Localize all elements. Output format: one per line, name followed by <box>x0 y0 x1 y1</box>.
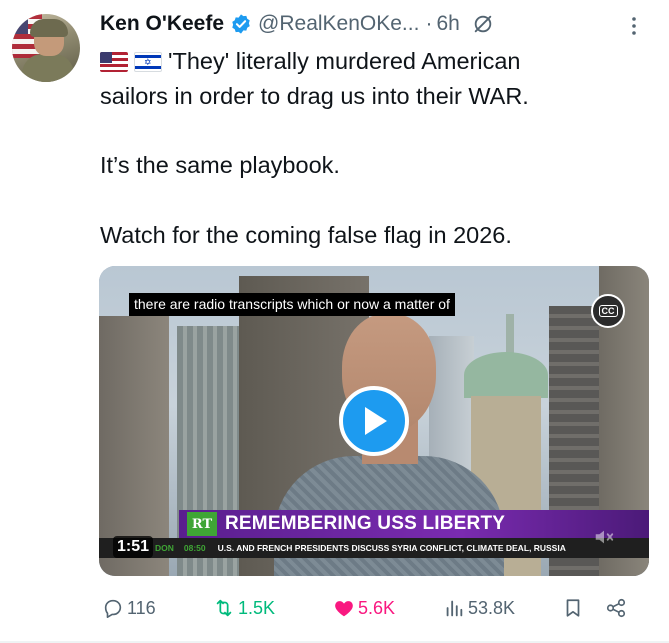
views-button[interactable]: 53.8K <box>443 590 515 626</box>
tweet-text-line: 'They' literally murdered American <box>168 48 521 74</box>
ticker-headline: U.S. AND FRENCH PRESIDENTS DISCUSS SYRIA… <box>217 543 566 553</box>
closed-captions-button[interactable]: CC <box>591 294 625 328</box>
play-button[interactable] <box>339 386 409 456</box>
play-icon <box>365 407 387 435</box>
repost-icon <box>216 599 232 617</box>
tweet-line-4: Watch for the coming false flag in 2026. <box>100 221 512 248</box>
author-name[interactable]: Ken O'Keefe <box>100 12 224 36</box>
tweet-line-2: sailors in order to drag us into their W… <box>100 82 529 109</box>
like-count: 5.6K <box>358 597 396 618</box>
bookmark-icon <box>566 599 580 617</box>
author-handle[interactable]: @RealKenOKe... <box>258 12 419 36</box>
more-options-icon[interactable] <box>622 14 646 38</box>
views-count: 53.8K <box>468 597 516 618</box>
repost-count: 1.5K <box>238 597 276 618</box>
ticker-city: DON <box>155 543 174 553</box>
like-button[interactable]: 5.6K <box>333 590 395 626</box>
repost-button[interactable]: 1.5K <box>213 590 275 626</box>
avatar[interactable] <box>12 14 80 82</box>
share-icon <box>606 598 626 618</box>
tweet-line-1: ✡ 'They' literally murdered American <box>100 44 655 79</box>
reply-count: 116 <box>127 597 156 618</box>
news-chyron: RT REMEMBERING USS LIBERTY <box>179 510 649 538</box>
news-ticker: DON 08:50 U.S. AND FRENCH PRESIDENTS DIS… <box>99 538 649 558</box>
action-bar: 116 1.5K 5.6K 53.8K <box>100 590 650 626</box>
tweet: Ken O'Keefe @RealKenOKe... · 6h ✡ 'They' … <box>0 0 669 643</box>
reply-icon <box>104 599 122 618</box>
rt-logo: RT <box>187 512 217 536</box>
chyron-title: REMEMBERING USS LIBERTY <box>225 513 506 534</box>
avatar-body <box>22 54 74 82</box>
views-icon <box>446 600 463 617</box>
tweet-line-3: It’s the same playbook. <box>100 152 340 178</box>
video-duration: 1:51 <box>113 536 154 558</box>
video-player[interactable]: there are radio transcripts which or now… <box>99 266 649 576</box>
heart-icon <box>335 601 353 617</box>
cc-label: CC <box>598 305 618 317</box>
bookmark-button[interactable] <box>562 590 587 626</box>
ticker-time: 08:50 <box>183 543 206 553</box>
share-button[interactable] <box>605 590 630 626</box>
video-caption: there are radio transcripts which or now… <box>129 293 455 316</box>
tweet-text: ✡ 'They' literally murdered American sail… <box>100 44 655 252</box>
tweet-header: Ken O'Keefe @RealKenOKe... · 6h <box>100 8 494 40</box>
reply-button[interactable]: 116 <box>102 590 156 626</box>
volume-icon <box>595 530 614 544</box>
separator-dot: · <box>425 12 433 35</box>
israel-flag-icon: ✡ <box>134 52 162 72</box>
post-time[interactable]: 6h <box>436 12 459 36</box>
verified-badge-icon <box>232 14 250 34</box>
avatar-helmet <box>30 19 68 37</box>
grok-icon[interactable] <box>472 13 494 35</box>
us-flag-icon <box>100 52 128 72</box>
